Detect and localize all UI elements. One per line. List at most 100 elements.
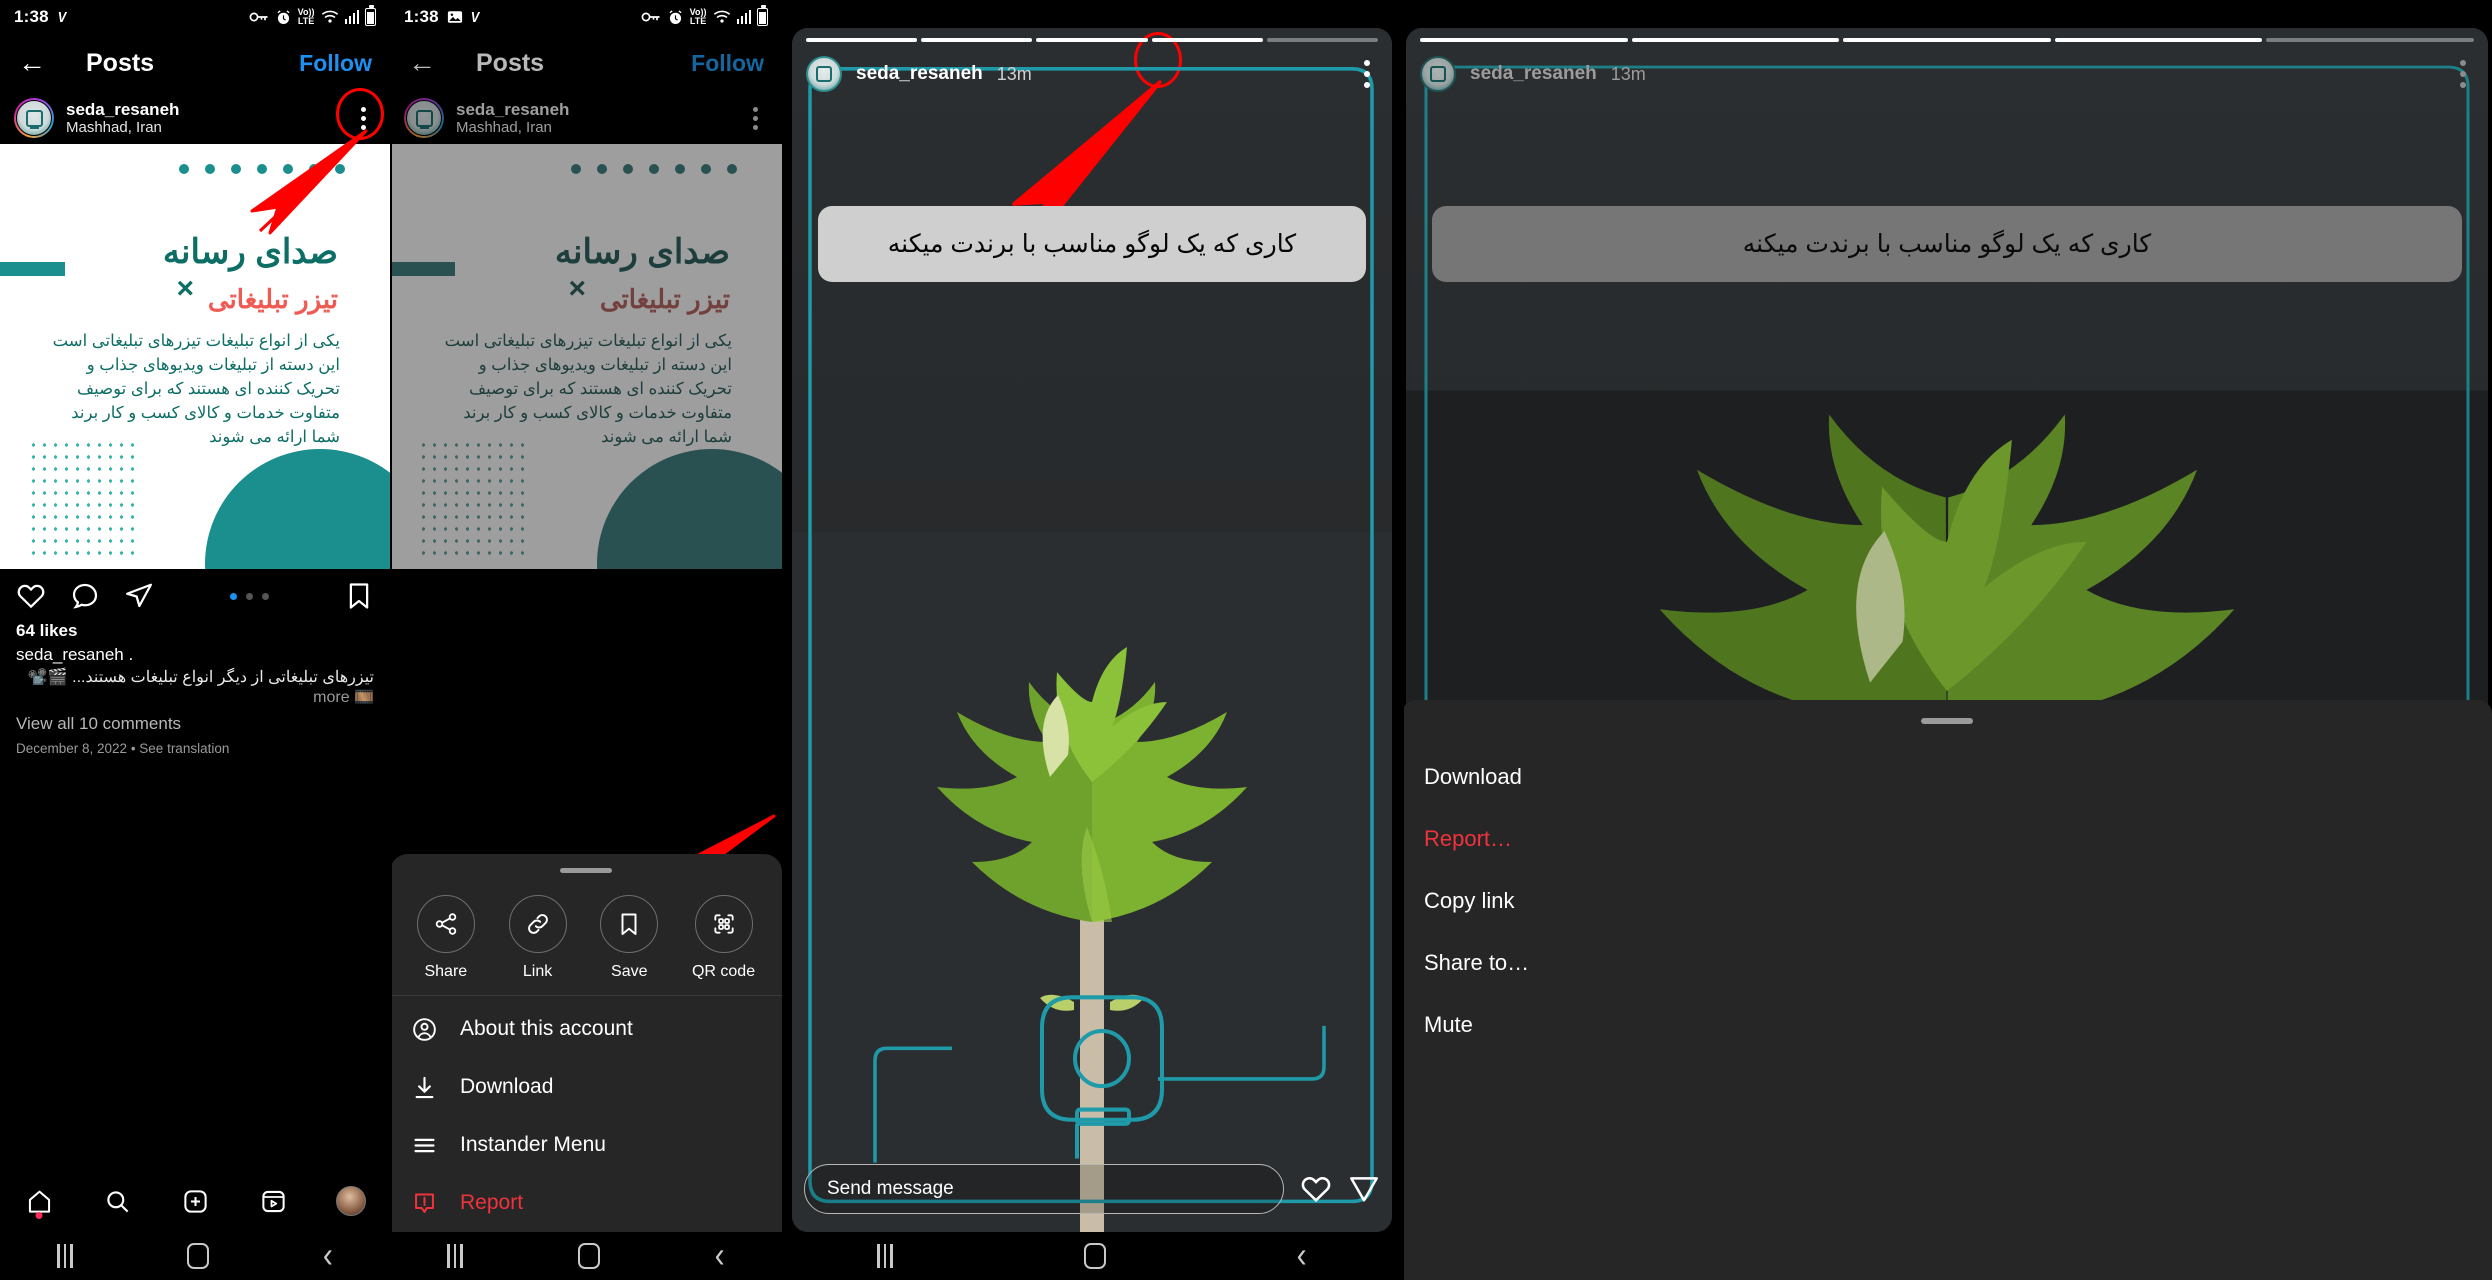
status-bar: 1:38 V Vo)) LTE [390, 0, 782, 34]
status-time: 1:38 [14, 7, 49, 26]
story-username[interactable]: seda_resaneh [856, 63, 983, 85]
back-chevron-icon[interactable]: ‹ [715, 1237, 725, 1274]
create-icon [183, 1189, 207, 1213]
kebab-menu-icon[interactable] [2452, 56, 2474, 92]
back-button[interactable]: ← [18, 49, 58, 77]
battery-icon [365, 5, 376, 26]
heart-icon[interactable] [1300, 1173, 1332, 1205]
back-button[interactable]: ← [408, 49, 448, 77]
paper-plane-icon[interactable] [1348, 1173, 1380, 1205]
likes-count[interactable]: 64 likes [16, 621, 374, 641]
progress-segment [806, 38, 918, 42]
search-icon [106, 1190, 128, 1212]
nav-create[interactable] [167, 1181, 223, 1221]
quick-action-save[interactable]: Save [600, 895, 659, 981]
post-header: seda_resaneh Mashhad, Iran [0, 92, 390, 144]
post-date[interactable]: December 8, 2022 • See translation [16, 741, 374, 756]
home-square-icon[interactable] [577, 1243, 600, 1269]
story-container[interactable]: seda_resaneh 13m کاری که یک لوگو مناسب ب… [792, 28, 1392, 1232]
home-square-icon[interactable] [1083, 1243, 1106, 1269]
avatar[interactable] [404, 98, 444, 138]
back-chevron-icon[interactable]: ‹ [323, 1237, 333, 1274]
back-chevron-icon[interactable]: ‹ [1297, 1237, 1307, 1274]
send-message-input[interactable]: Send message [804, 1164, 1284, 1214]
quick-action-qr[interactable]: QR code [692, 895, 755, 981]
progress-segment [1843, 38, 2051, 42]
panel-story-menu: seda_resaneh 13m کاری که یک لوگو مناسب ب… [1402, 0, 2492, 1280]
carousel-pager [178, 592, 320, 600]
sheet-item-mute[interactable]: Mute [1402, 994, 2492, 1056]
sheet-grab-handle[interactable] [1921, 718, 1973, 724]
menu-item-label: Instander Menu [460, 1133, 606, 1156]
nav-profile[interactable] [323, 1181, 379, 1221]
menu-item-label: Report [460, 1191, 524, 1214]
status-bar: 1:38 V Vo)) LTE [0, 0, 390, 34]
bookmark-icon[interactable] [344, 581, 374, 611]
image-icon [447, 11, 462, 23]
sheet-item-copy-link[interactable]: Copy link [1402, 870, 2492, 932]
nav-reels[interactable] [245, 1181, 301, 1221]
poster-subtitle: تیزر تبلیغاتی [207, 284, 338, 314]
sheet-item-share-to[interactable]: Share to… [1402, 932, 2492, 994]
progress-segment [1151, 38, 1263, 42]
report-icon [410, 1189, 438, 1217]
story-caption-text: کاری که یک لوگو مناسب با برندت میکنه [1432, 206, 2462, 283]
post-location[interactable]: Mashhad, Iran [456, 119, 569, 136]
menu-item-instander[interactable]: Instander Menu [390, 1116, 782, 1174]
decor-dots-row [179, 164, 345, 174]
story-avatar[interactable] [1420, 56, 1456, 92]
quick-actions-row: Share Link Save QR code [390, 873, 782, 995]
recents-icon[interactable] [57, 1244, 73, 1268]
vpn-v-icon: V [470, 8, 480, 26]
like-icon[interactable] [16, 581, 46, 611]
progress-segment [921, 38, 1033, 42]
menu-item-report[interactable]: Report [390, 1174, 782, 1232]
sheet-item-download[interactable]: Download [1402, 746, 2492, 808]
post-image[interactable]: صدای رسانه × تیزر تبلیغاتی یکی از انواع … [0, 144, 390, 569]
story-avatar[interactable] [806, 56, 842, 92]
wifi-icon [713, 10, 730, 23]
story-progress-bar [806, 38, 1379, 42]
quick-action-share[interactable]: Share [416, 895, 475, 981]
post-author[interactable]: seda_resaneh Mashhad, Iran [456, 100, 569, 137]
profile-avatar [336, 1186, 366, 1216]
plant-photo [792, 308, 1392, 1232]
story-timestamp: 13m [1610, 63, 1646, 84]
post-username[interactable]: seda_resaneh [66, 100, 179, 120]
vpn-key-icon [249, 12, 268, 22]
kebab-menu-icon[interactable] [1356, 56, 1378, 92]
nav-search[interactable] [89, 1181, 145, 1221]
quick-action-label: QR code [691, 963, 756, 980]
nav-home[interactable] [11, 1181, 67, 1221]
caption-username[interactable]: seda_resaneh . [16, 645, 374, 665]
post-author[interactable]: seda_resaneh Mashhad, Iran [66, 100, 179, 137]
panel-divider-2 [782, 0, 784, 1280]
menu-item-about-account[interactable]: About this account [390, 1000, 782, 1058]
panel-post-view: 1:38 V Vo)) LTE ← Posts Follow seda_resa… [0, 0, 390, 1280]
alarm-icon [277, 9, 290, 24]
post-username[interactable]: seda_resaneh [456, 100, 569, 120]
view-comments-link[interactable]: View all 10 comments [16, 714, 374, 734]
panel-divider-1 [390, 0, 392, 1280]
menu-item-download[interactable]: Download [390, 1058, 782, 1116]
quick-action-link[interactable]: Link [508, 895, 567, 981]
caption-more-link[interactable]: more [313, 689, 349, 706]
sheet-item-report[interactable]: Report… [1402, 808, 2492, 870]
decor-dot-grid [28, 439, 136, 559]
share-icon[interactable] [124, 581, 154, 611]
story-options-bottom-sheet: Download Report… Copy link Share to… Mut… [1402, 700, 2492, 1280]
story-username[interactable]: seda_resaneh [1470, 63, 1597, 85]
kebab-menu-icon[interactable] [743, 101, 768, 136]
comment-icon[interactable] [70, 581, 100, 611]
recents-icon[interactable] [877, 1244, 893, 1268]
post-location[interactable]: Mashhad, Iran [66, 119, 179, 136]
decor-corner-shape [390, 166, 455, 276]
post-image[interactable]: صدای رسانه × تیزر تبلیغاتی یکی از انواع … [390, 144, 782, 569]
follow-button[interactable]: Follow [299, 50, 372, 77]
home-square-icon[interactable] [186, 1243, 209, 1269]
kebab-menu-icon[interactable] [351, 101, 376, 136]
avatar[interactable] [14, 98, 54, 138]
follow-button[interactable]: Follow [691, 50, 764, 77]
recents-icon[interactable] [447, 1244, 463, 1268]
quick-action-label: Share [424, 963, 468, 980]
